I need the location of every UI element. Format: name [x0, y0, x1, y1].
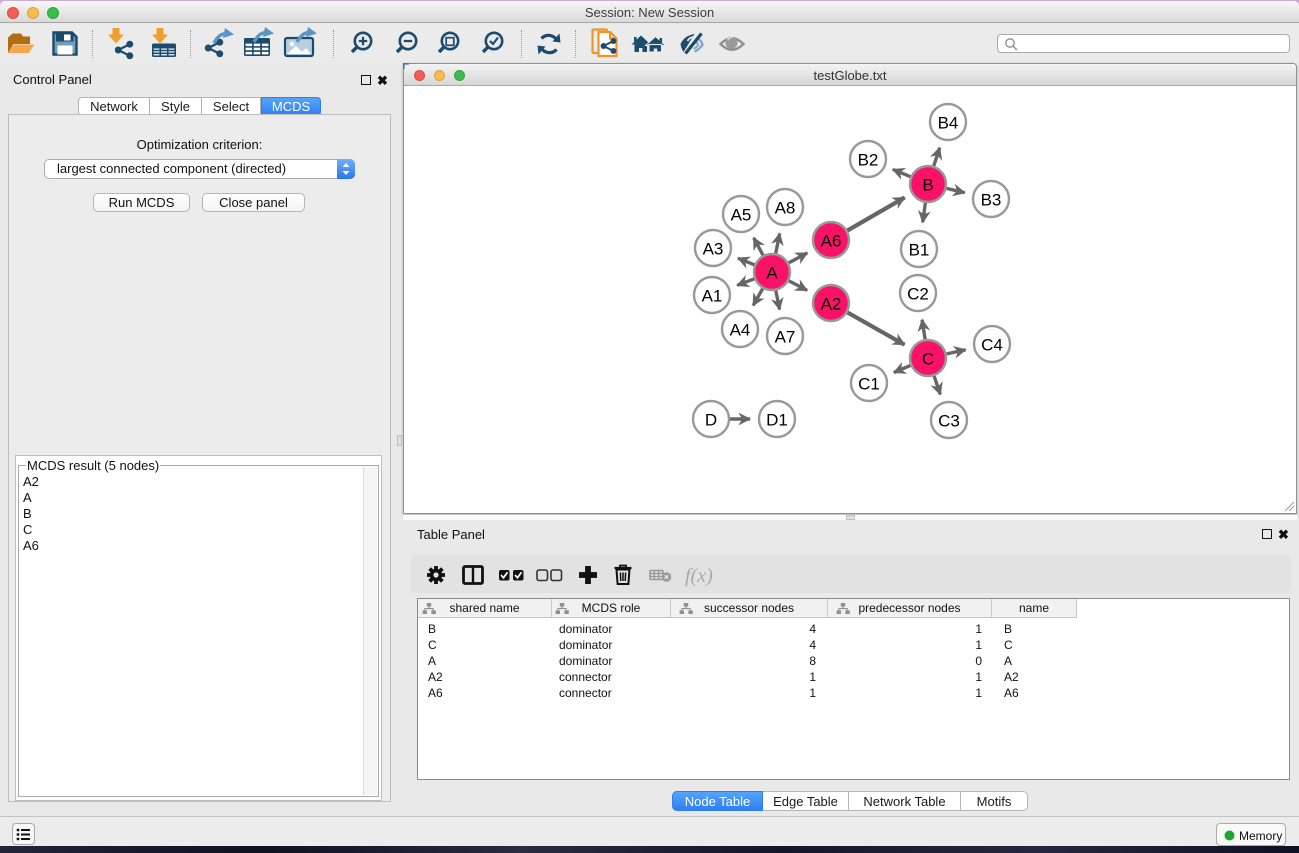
svg-text:C2: C2 — [907, 285, 929, 304]
svg-text:B4: B4 — [938, 114, 959, 133]
svg-text:C3: C3 — [938, 412, 960, 431]
svg-text:C: C — [922, 350, 934, 369]
svg-text:A: A — [766, 264, 778, 283]
svg-text:C4: C4 — [981, 336, 1003, 355]
svg-text:A5: A5 — [731, 206, 752, 225]
svg-text:A8: A8 — [775, 199, 796, 218]
svg-text:A1: A1 — [702, 287, 723, 306]
svg-text:B3: B3 — [981, 191, 1002, 210]
svg-text:f(x): f(x) — [685, 565, 713, 587]
svg-text:B1: B1 — [909, 241, 930, 260]
svg-text:C1: C1 — [858, 375, 880, 394]
svg-text:A6: A6 — [821, 232, 842, 251]
svg-text:B: B — [922, 176, 933, 195]
svg-text:A7: A7 — [775, 328, 796, 347]
svg-text:B2: B2 — [858, 151, 879, 170]
svg-text:D1: D1 — [766, 411, 788, 430]
svg-text:A2: A2 — [821, 295, 842, 314]
svg-text:D: D — [705, 411, 717, 430]
svg-text:A3: A3 — [703, 240, 724, 259]
svg-text:A4: A4 — [730, 321, 751, 340]
